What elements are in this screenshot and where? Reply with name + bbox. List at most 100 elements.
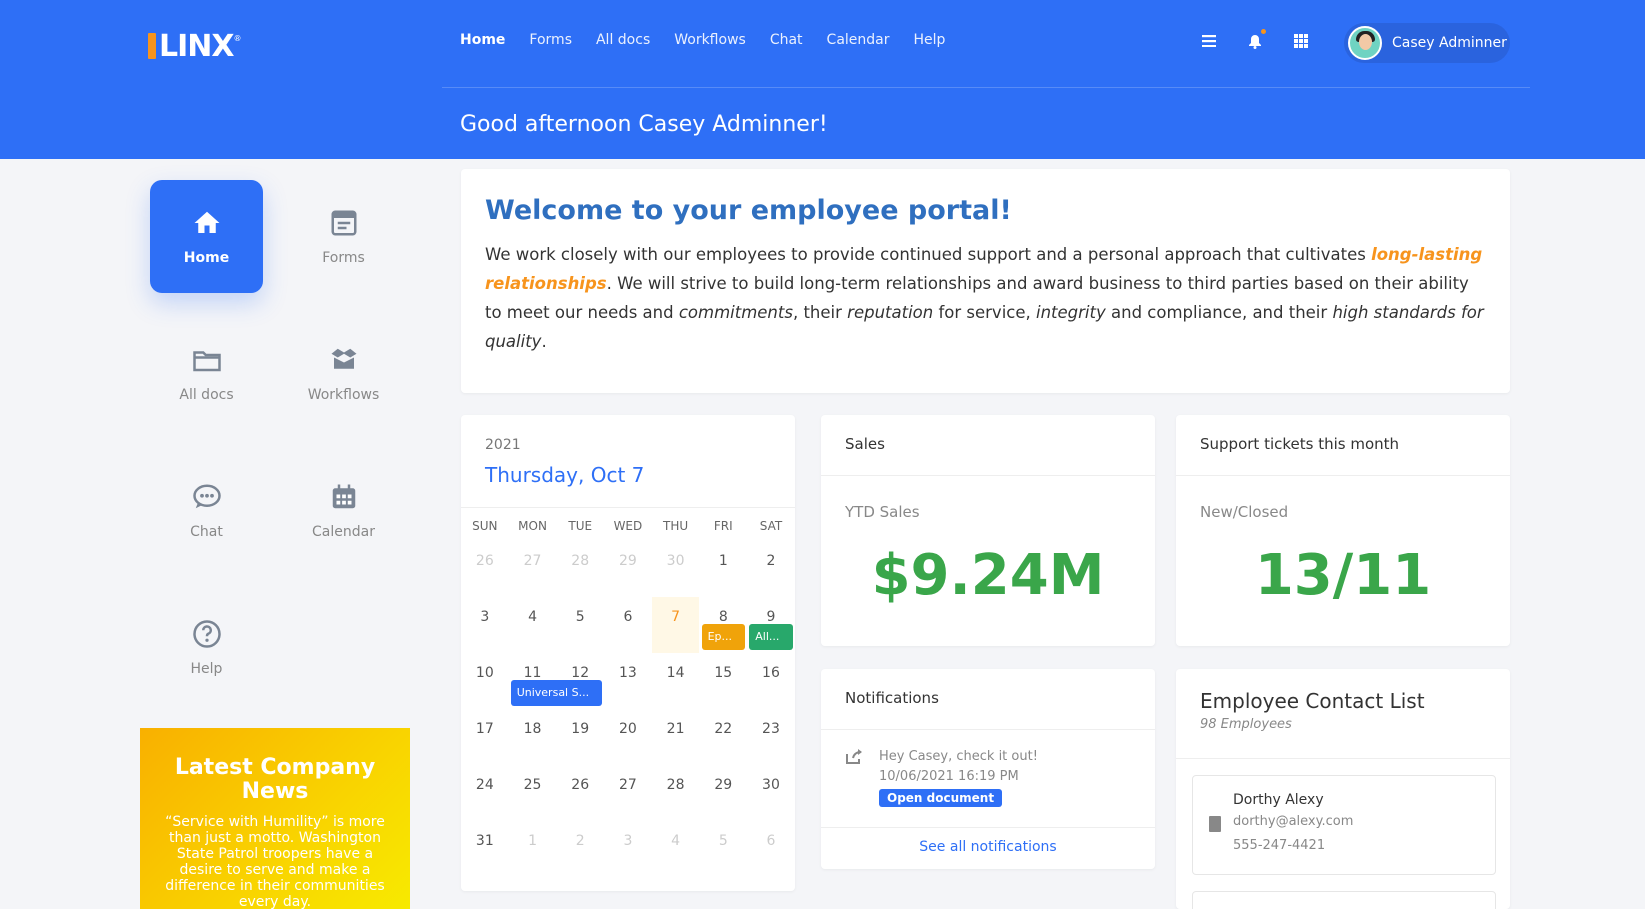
- nav-calendar[interactable]: Calendar: [827, 32, 890, 48]
- home-icon: [194, 211, 219, 233]
- user-menu[interactable]: Casey Adminner: [1344, 23, 1510, 63]
- calendar-day[interactable]: 1: [699, 541, 747, 597]
- calendar-day[interactable]: 2: [556, 821, 604, 877]
- grid-icon[interactable]: [1292, 32, 1310, 50]
- calendar-day[interactable]: 28: [556, 541, 604, 597]
- calendar-week: 24 25 26 27 28 29 30: [461, 765, 795, 821]
- calendar-day[interactable]: 3: [604, 821, 652, 877]
- logo-text: LINX: [159, 28, 235, 64]
- contact-name: Dorthy Alexy: [1233, 792, 1324, 808]
- calendar-day[interactable]: 30: [747, 765, 795, 821]
- calendar-day[interactable]: 22: [699, 709, 747, 765]
- calendar-icon: [332, 484, 355, 508]
- header-divider: [442, 87, 1530, 88]
- sales-card: Sales YTD Sales $9.24M: [821, 415, 1155, 646]
- weekday-label: SAT: [759, 519, 783, 533]
- calendar-day[interactable]: 29: [604, 541, 652, 597]
- calendar-day[interactable]: 13: [604, 653, 652, 709]
- company-news-card[interactable]: Latest Company News “Service with Humili…: [140, 728, 410, 909]
- notification-dot: [1261, 29, 1266, 34]
- header-bar: LINX ® Home Forms All docs Workflows Cha…: [0, 0, 1645, 159]
- weekday-label: THU: [663, 519, 689, 533]
- welcome-card: Welcome to your employee portal! We work…: [461, 169, 1510, 393]
- calendar-day[interactable]: 19: [556, 709, 604, 765]
- calendar-week: 3 4 5 6 7 8 9 Ep... All...: [461, 597, 795, 653]
- sidebar-item-forms[interactable]: Forms: [287, 180, 400, 293]
- calendar-day[interactable]: 30: [652, 541, 700, 597]
- top-nav: Home Forms All docs Workflows Chat Calen…: [460, 32, 945, 48]
- calendar-day[interactable]: 29: [699, 765, 747, 821]
- nav-help[interactable]: Help: [914, 32, 946, 48]
- calendar-day[interactable]: 16: [747, 653, 795, 709]
- linx-logo[interactable]: LINX ®: [148, 28, 242, 64]
- news-title: Latest Company News: [174, 755, 376, 804]
- contact-email[interactable]: dorthy@alexy.com: [1233, 812, 1475, 832]
- nav-forms[interactable]: Forms: [529, 32, 572, 48]
- calendar-day[interactable]: 27: [509, 541, 557, 597]
- calendar-day[interactable]: 6: [747, 821, 795, 877]
- calendar-day[interactable]: 5: [699, 821, 747, 877]
- calendar-week: 31 1 2 3 4 5 6: [461, 821, 795, 877]
- sidebar-item-help[interactable]: Help: [150, 591, 263, 704]
- calendar-day[interactable]: 25: [509, 765, 557, 821]
- calendar-week: 26 27 28 29 30 1 2: [461, 541, 795, 597]
- calendar-day[interactable]: 20: [604, 709, 652, 765]
- calendar-day[interactable]: 23: [747, 709, 795, 765]
- calendar-day[interactable]: 1: [509, 821, 557, 877]
- tickets-card: Support tickets this month New/Closed 13…: [1176, 415, 1510, 646]
- sidebar-item-chat[interactable]: Chat: [150, 454, 263, 567]
- welcome-title: Welcome to your employee portal!: [485, 195, 1012, 226]
- calendar-day[interactable]: 4: [509, 597, 557, 653]
- calendar-day[interactable]: 5: [556, 597, 604, 653]
- sidebar-item-workflows[interactable]: Workflows: [287, 317, 400, 430]
- calendar-day[interactable]: 2: [747, 541, 795, 597]
- sidebar-item-calendar[interactable]: Calendar: [287, 454, 400, 567]
- calendar-day[interactable]: 7: [651, 597, 700, 653]
- calendar-day[interactable]: 3: [461, 597, 509, 653]
- calendar-day[interactable]: 27: [604, 765, 652, 821]
- calendar-day[interactable]: 6: [604, 597, 652, 653]
- weekday-label: FRI: [713, 519, 733, 533]
- calendar-event[interactable]: Ep...: [701, 624, 746, 650]
- bell-icon[interactable]: [1246, 29, 1266, 50]
- calendar-day[interactable]: 28: [652, 765, 700, 821]
- sidebar-item-home[interactable]: Home: [150, 180, 263, 293]
- calendar-day[interactable]: 26: [556, 765, 604, 821]
- chat-icon: [192, 484, 221, 508]
- notification-item[interactable]: Hey Casey, check it out! 10/06/2021 16:1…: [845, 747, 1038, 807]
- calendar-day[interactable]: 18: [509, 709, 557, 765]
- calendar-day[interactable]: 24: [461, 765, 509, 821]
- calendar-day[interactable]: 14: [652, 653, 700, 709]
- see-all-notifications-link[interactable]: See all notifications: [821, 839, 1155, 855]
- calendar-day[interactable]: 15: [699, 653, 747, 709]
- greeting-text: Good afternoon Casey Adminner!: [460, 112, 828, 137]
- calendar-grid: SUN MON TUE WED THU FRI SAT 26 27 28 29 30 1 2 3 4 5 6 7 8…: [461, 519, 795, 877]
- sidebar-item-all-docs[interactable]: All docs: [150, 317, 263, 430]
- nav-all-docs[interactable]: All docs: [596, 32, 650, 48]
- folder-icon: [192, 350, 221, 371]
- calendar-day[interactable]: 26: [461, 541, 509, 597]
- calendar-event[interactable]: Universal S...: [510, 680, 603, 706]
- calendar-day[interactable]: 17: [461, 709, 509, 765]
- notification-text: Hey Casey, check it out!: [879, 749, 1038, 764]
- nav-chat[interactable]: Chat: [770, 32, 803, 48]
- calendar-day[interactable]: 31: [461, 821, 509, 877]
- calendar-week: 17 18 19 20 21 22 23: [461, 709, 795, 765]
- logo-mark-icon: [148, 33, 156, 59]
- contact-item[interactable]: [1192, 891, 1496, 909]
- notification-time: 10/06/2021 16:19 PM: [879, 769, 1019, 784]
- weekday-header: SUN MON TUE WED THU FRI SAT: [461, 519, 795, 541]
- weekday-label: WED: [613, 519, 643, 533]
- contact-item[interactable]: Dorthy Alexy dorthy@alexy.com 555-247-44…: [1192, 775, 1496, 875]
- weekday-label: SUN: [472, 519, 498, 533]
- calendar-day[interactable]: 21: [652, 709, 700, 765]
- calendar-day[interactable]: 4: [652, 821, 700, 877]
- calendar-day[interactable]: 10: [461, 653, 509, 709]
- nav-workflows[interactable]: Workflows: [674, 32, 746, 48]
- menu-icon[interactable]: [1200, 32, 1218, 50]
- open-document-button[interactable]: Open document: [879, 789, 1003, 807]
- nav-home[interactable]: Home: [460, 32, 505, 48]
- calendar-event[interactable]: All...: [749, 624, 793, 650]
- calendar-year: 2021: [485, 437, 521, 453]
- contact-phone[interactable]: 555-247-4421: [1233, 836, 1475, 856]
